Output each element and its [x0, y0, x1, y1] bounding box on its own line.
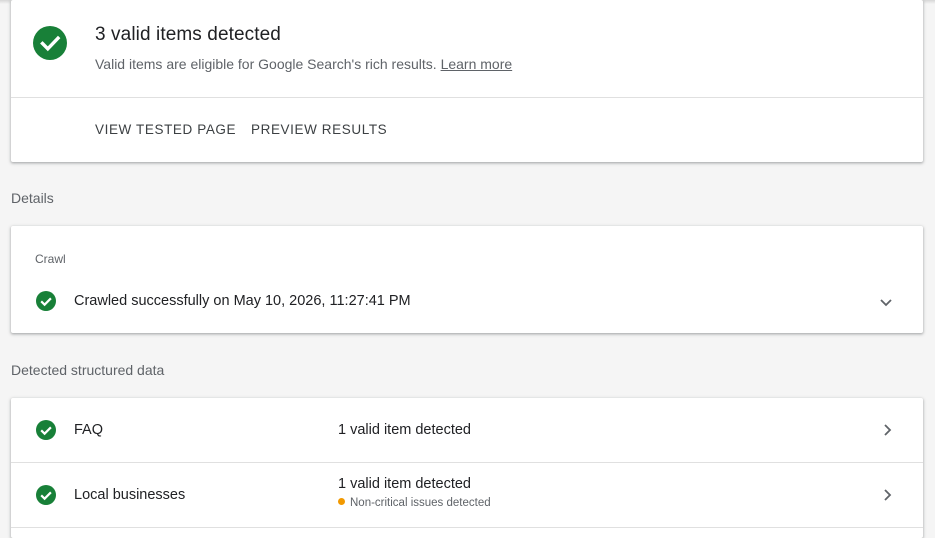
- divider: [11, 527, 923, 528]
- structured-item-local-businesses[interactable]: Local businesses 1 valid item detected N…: [11, 463, 923, 527]
- preview-results-button[interactable]: PREVIEW RESULTS: [251, 122, 387, 137]
- crawl-caption: Crawl: [35, 252, 66, 266]
- structured-item-name: Local businesses: [74, 487, 186, 503]
- chevron-right-icon: [884, 424, 892, 436]
- warning-dot-icon: [338, 498, 345, 505]
- chevron-right-icon: [884, 489, 892, 501]
- check-circle-icon: [36, 420, 56, 440]
- check-circle-icon: [36, 485, 56, 505]
- structured-item-name: FAQ: [74, 422, 104, 438]
- summary-subtitle: Valid items are eligible for Google Sear…: [95, 56, 512, 72]
- structured-data-card: FAQ 1 valid item detected Local business…: [11, 398, 923, 538]
- structured-item-faq[interactable]: FAQ 1 valid item detected: [11, 398, 923, 462]
- structured-data-section-label: Detected structured data: [11, 362, 165, 378]
- non-critical-issues-text: Non-critical issues detected: [350, 497, 491, 509]
- view-tested-page-button[interactable]: VIEW TESTED PAGE: [95, 122, 236, 137]
- check-circle-icon: [33, 26, 67, 60]
- check-circle-icon: [36, 291, 56, 311]
- structured-item-status: 1 valid item detected: [338, 422, 471, 438]
- validation-summary-card: 3 valid items detected Valid items are e…: [11, 0, 923, 162]
- divider: [11, 97, 923, 98]
- structured-item-status: 1 valid item detected: [338, 476, 471, 492]
- crawl-card: Crawl Crawled successfully on May 10, 20…: [11, 226, 923, 333]
- non-critical-issues-note: Non-critical issues detected: [338, 497, 491, 509]
- chevron-down-icon[interactable]: [874, 290, 898, 314]
- learn-more-link[interactable]: Learn more: [441, 56, 513, 72]
- summary-subtitle-text: Valid items are eligible for Google Sear…: [95, 56, 437, 72]
- details-section-label: Details: [11, 190, 54, 206]
- summary-title: 3 valid items detected: [95, 24, 281, 45]
- crawl-status: Crawled successfully on May 10, 2026, 11…: [74, 293, 411, 309]
